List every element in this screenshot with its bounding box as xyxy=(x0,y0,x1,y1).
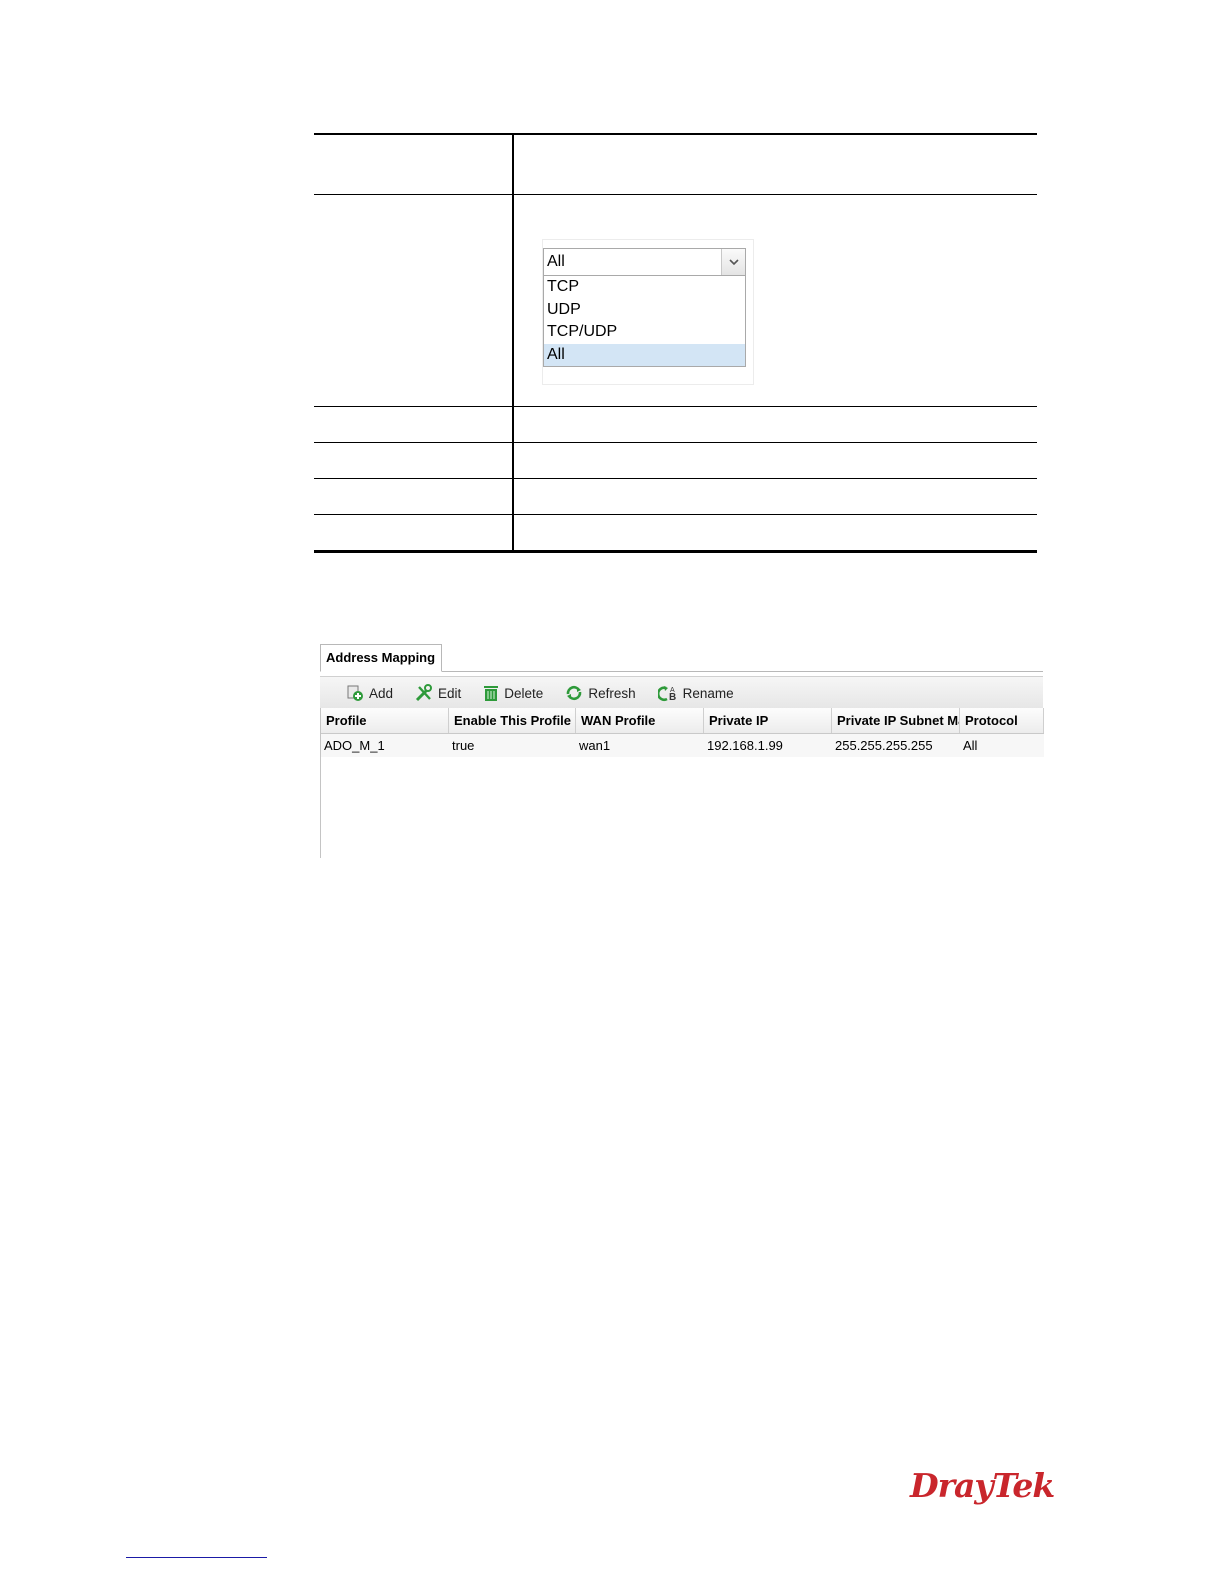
description-cell xyxy=(514,407,1037,442)
item-cell xyxy=(314,443,514,478)
table-row xyxy=(314,442,1037,478)
tools-icon xyxy=(415,684,433,702)
table-row xyxy=(314,406,1037,442)
cell-private-ip: 192.168.1.99 xyxy=(707,738,783,753)
chevron-down-icon[interactable] xyxy=(721,249,745,275)
delete-label: Delete xyxy=(504,685,544,701)
description-cell xyxy=(514,515,1037,550)
rename-icon: B A xyxy=(657,686,676,702)
table-row xyxy=(314,514,1037,553)
description-cell xyxy=(514,443,1037,478)
protocol-option-tcp-udp[interactable]: TCP/UDP xyxy=(544,321,745,344)
add-button[interactable]: Add xyxy=(346,684,393,702)
refresh-icon xyxy=(567,685,582,701)
column-header-protocol[interactable]: Protocol xyxy=(960,708,1044,733)
rename-label: Rename xyxy=(682,685,734,701)
tab-address-mapping[interactable]: Address Mapping xyxy=(320,644,443,672)
item-cell xyxy=(314,135,514,194)
cell-enable: true xyxy=(452,738,475,753)
column-header-profile[interactable]: Profile xyxy=(321,708,449,733)
address-mapping-panel: Address Mapping Add Edit Delete Refresh … xyxy=(320,643,1044,858)
svg-text:A: A xyxy=(670,687,675,694)
tab-bar: Address Mapping xyxy=(320,643,1043,672)
item-cell xyxy=(314,195,514,406)
refresh-label: Refresh xyxy=(588,685,636,701)
draytek-logo: DrayTek xyxy=(910,1466,1055,1505)
protocol-option-all[interactable]: All xyxy=(544,343,745,366)
protocol-option-udp[interactable]: UDP xyxy=(544,299,745,322)
cell-profile: ADO_M_1 xyxy=(324,738,385,753)
rename-button[interactable]: B A Rename xyxy=(657,684,734,702)
cell-wan-profile: wan1 xyxy=(579,738,611,753)
profiles-grid: Profile Enable This Profile WAN Profile … xyxy=(320,708,1044,858)
protocol-options-list: TCP UDP TCP/UDP All xyxy=(543,276,746,367)
trash-icon xyxy=(484,686,499,701)
column-header-enable[interactable]: Enable This Profile xyxy=(449,708,576,733)
protocol-option-tcp[interactable]: TCP xyxy=(544,276,745,299)
table-row: All TCP UDP TCP/UDP All xyxy=(314,194,1037,406)
description-cell: All TCP UDP TCP/UDP All xyxy=(514,195,1037,406)
add-label: Add xyxy=(369,685,394,701)
protocol-dropdown-screenshot: All TCP UDP TCP/UDP All xyxy=(542,239,754,385)
grid-header: Profile Enable This Profile WAN Profile … xyxy=(321,708,1044,734)
add-icon xyxy=(347,685,363,701)
protocol-select[interactable]: All xyxy=(543,248,746,276)
table-row xyxy=(314,478,1037,514)
edit-button[interactable]: Edit xyxy=(415,684,461,702)
refresh-button[interactable]: Refresh xyxy=(565,684,636,702)
cell-subnet-mask: 255.255.255.255 xyxy=(835,738,933,753)
edit-label: Edit xyxy=(438,685,462,701)
toolbar: Add Edit Delete Refresh B A Rename xyxy=(320,676,1043,710)
column-header-private-ip[interactable]: Private IP xyxy=(704,708,832,733)
delete-button[interactable]: Delete xyxy=(483,684,543,702)
table-row xyxy=(314,133,1037,194)
column-header-wan-profile[interactable]: WAN Profile xyxy=(576,708,704,733)
description-table: All TCP UDP TCP/UDP All xyxy=(314,133,1037,553)
item-cell xyxy=(314,407,514,442)
item-cell xyxy=(314,515,514,550)
footer-link-underline[interactable] xyxy=(126,1557,267,1558)
description-cell xyxy=(514,479,1037,514)
description-cell xyxy=(514,135,1037,194)
table-row[interactable]: ADO_M_1 true wan1 192.168.1.99 255.255.2… xyxy=(321,734,1044,757)
column-header-subnet-mask[interactable]: Private IP Subnet Mask xyxy=(832,708,960,733)
protocol-select-value: All xyxy=(547,253,565,270)
item-cell xyxy=(314,479,514,514)
cell-protocol: All xyxy=(963,738,978,753)
